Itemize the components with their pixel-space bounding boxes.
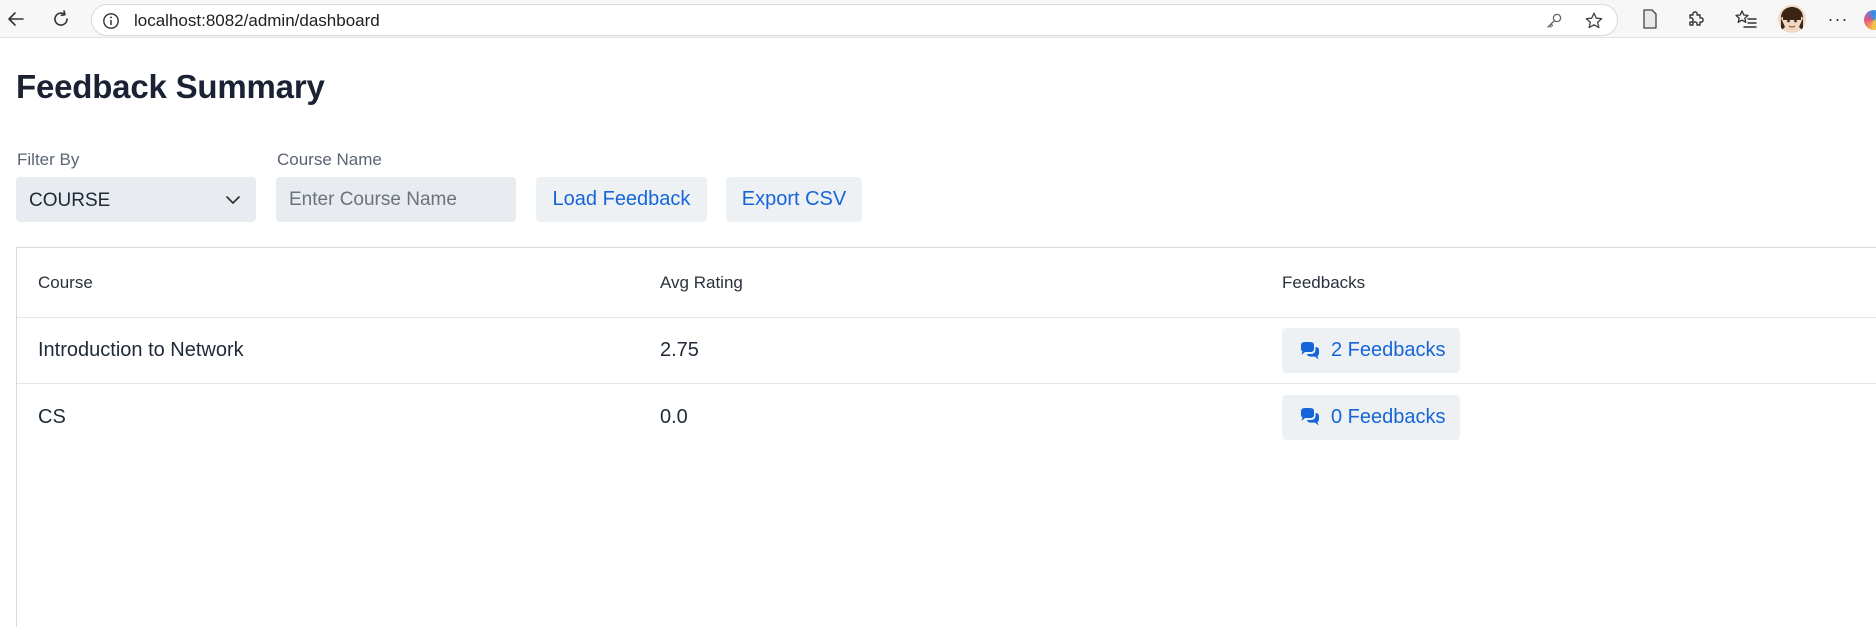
filter-by-label: Filter By: [17, 150, 80, 169]
avg-rating-cell: 0.0: [660, 405, 688, 428]
favorites-icon[interactable]: [1733, 6, 1759, 32]
avg-rating-cell: 2.75: [660, 339, 699, 361]
address-url[interactable]: localhost:8082/admin/dashboard: [134, 12, 380, 30]
header-course: Course: [38, 272, 93, 292]
table-row: CS 0.0 0 Feedbacks: [17, 384, 1876, 450]
comments-icon: [1299, 407, 1321, 427]
course-cell: CS: [38, 405, 66, 428]
info-icon[interactable]: [102, 12, 120, 30]
reload-icon: [54, 10, 68, 26]
feedback-table: Course Avg Rating Feedbacks Introduction…: [16, 247, 1876, 627]
course-name-input[interactable]: [276, 177, 516, 222]
feedbacks-cell: 2 Feedbacks: [1282, 318, 1460, 383]
profile-avatar[interactable]: [1778, 5, 1806, 33]
course-name-label: Course Name: [277, 150, 382, 169]
view-feedbacks-button[interactable]: 2 Feedbacks: [1282, 328, 1460, 373]
page-title: Feedback Summary: [16, 68, 325, 105]
feedbacks-count-label: 2 Feedbacks: [1331, 339, 1446, 361]
feedbacks-count-label: 0 Feedbacks: [1331, 405, 1446, 428]
browser-toolbar: localhost:8082/admin/dashboard ···: [0, 0, 1876, 38]
chevron-down-icon: [224, 191, 242, 209]
table-row: Introduction to Network 2.75 2 Feedbacks: [17, 318, 1876, 384]
comments-icon: [1299, 341, 1321, 361]
course-cell: Introduction to Network: [38, 339, 244, 361]
reload-button[interactable]: [47, 5, 75, 33]
filter-by-select[interactable]: COURSE: [16, 177, 256, 222]
arrow-left-icon: [8, 12, 24, 26]
copilot-icon[interactable]: [1864, 10, 1876, 30]
load-feedback-button[interactable]: Load Feedback: [536, 177, 707, 222]
reader-mode-icon[interactable]: [1637, 6, 1663, 32]
view-feedbacks-button[interactable]: 0 Feedbacks: [1282, 394, 1460, 440]
export-csv-button[interactable]: Export CSV: [726, 177, 862, 222]
address-bar[interactable]: localhost:8082/admin/dashboard: [91, 4, 1618, 36]
header-avg-rating: Avg Rating: [660, 272, 743, 292]
filter-by-value: COURSE: [29, 190, 111, 211]
header-feedbacks: Feedbacks: [1282, 272, 1366, 292]
more-icon[interactable]: ···: [1825, 6, 1851, 32]
feedbacks-cell: 0 Feedbacks: [1282, 384, 1460, 450]
puzzle-icon[interactable]: [1683, 6, 1709, 32]
back-button[interactable]: [2, 5, 30, 33]
star-icon[interactable]: [1583, 10, 1605, 32]
key-icon[interactable]: [1544, 11, 1564, 31]
table-header-row: Course Avg Rating Feedbacks: [17, 248, 1876, 318]
